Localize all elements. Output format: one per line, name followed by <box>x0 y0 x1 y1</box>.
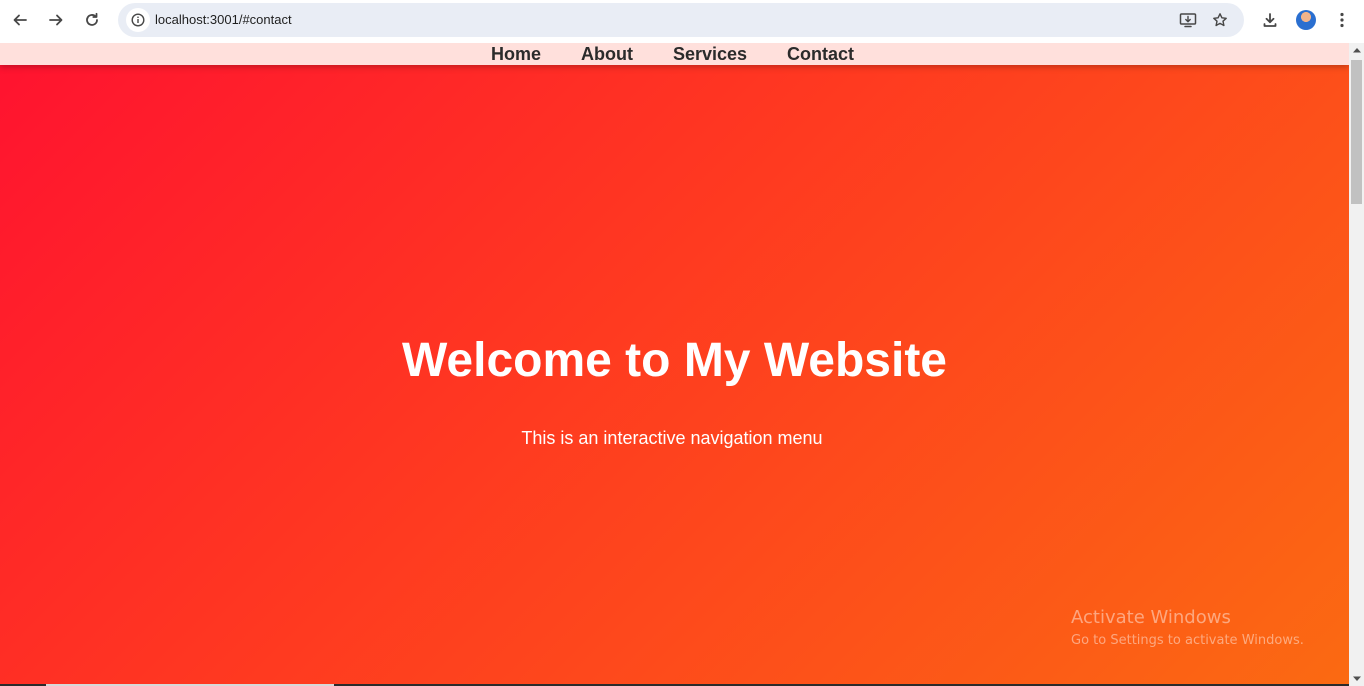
bookmark-button[interactable] <box>1208 8 1232 32</box>
scrollbar-thumb[interactable] <box>1351 60 1362 204</box>
site-info-button[interactable] <box>126 8 150 32</box>
download-icon <box>1263 13 1277 27</box>
browser-menu-button[interactable] <box>1328 6 1356 34</box>
forward-arrow-icon <box>49 14 63 26</box>
url-text[interactable]: localhost:3001/#contact <box>155 12 292 27</box>
activate-windows-subtitle: Go to Settings to activate Windows. <box>1071 633 1304 648</box>
avatar[interactable] <box>1296 10 1316 30</box>
back-arrow-icon <box>13 14 27 26</box>
browser-toolbar: localhost:3001/#contact <box>0 0 1364 43</box>
reload-icon <box>86 12 98 26</box>
page-viewport: Home About Services Contact Welcome to M… <box>0 43 1349 686</box>
reload-button[interactable] <box>78 6 106 34</box>
vertical-scrollbar[interactable] <box>1349 43 1364 686</box>
install-app-button[interactable] <box>1176 8 1200 32</box>
site-navigation: Home About Services Contact <box>0 43 1349 65</box>
scroll-up-button[interactable] <box>1349 43 1364 57</box>
info-icon <box>131 13 145 27</box>
scroll-down-button[interactable] <box>1349 672 1364 686</box>
kebab-menu-icon <box>1340 12 1344 28</box>
nav-link-home[interactable]: Home <box>491 44 541 64</box>
star-icon <box>1213 13 1227 27</box>
back-button[interactable] <box>6 6 34 34</box>
hero-subtitle: This is an interactive navigation menu <box>521 428 823 448</box>
scroll-down-arrow-icon <box>1352 676 1361 681</box>
nav-link-contact[interactable]: Contact <box>787 44 854 64</box>
forward-button[interactable] <box>42 6 70 34</box>
scroll-up-arrow-icon <box>1352 48 1361 53</box>
activate-windows-title: Activate Windows <box>1071 607 1231 628</box>
hero-title: Welcome to My Website <box>401 334 947 387</box>
nav-link-services[interactable]: Services <box>673 44 747 64</box>
address-bar[interactable]: localhost:3001/#contact <box>118 3 1244 37</box>
install-app-icon <box>1179 13 1197 28</box>
download-button[interactable] <box>1256 6 1284 34</box>
nav-link-about[interactable]: About <box>581 44 633 64</box>
